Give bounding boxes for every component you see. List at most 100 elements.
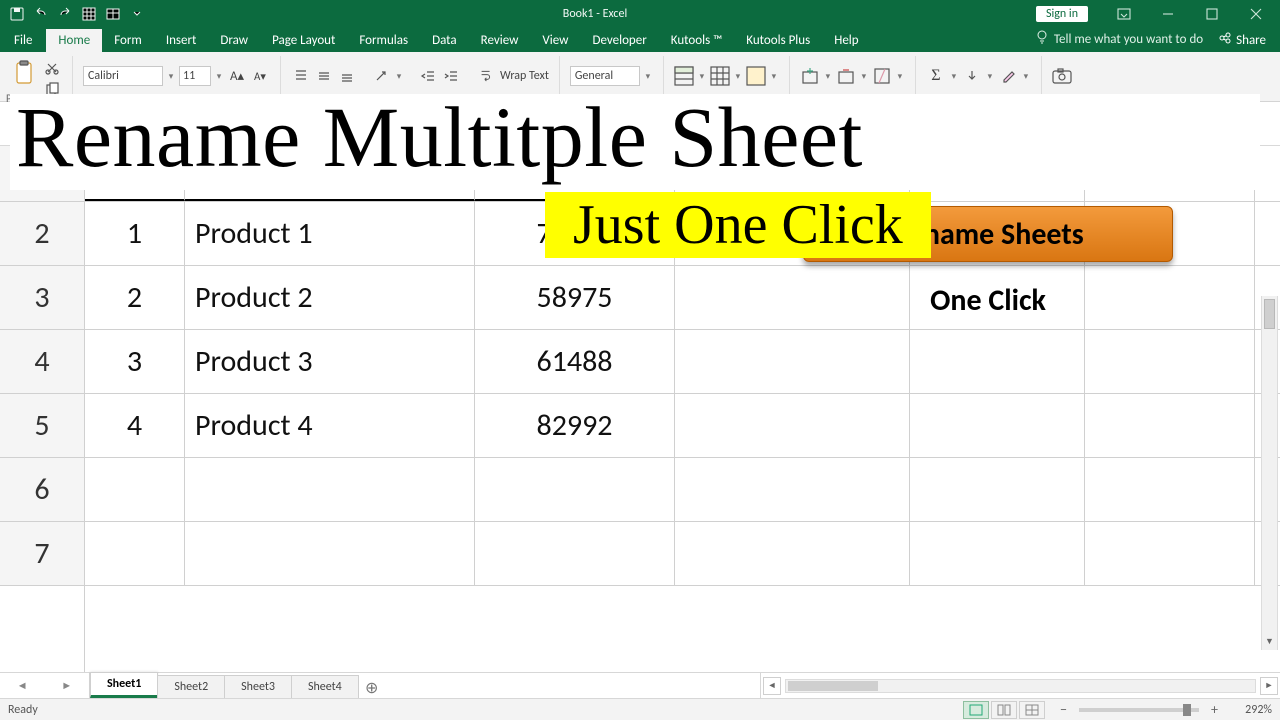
zoom-slider[interactable] <box>1079 708 1199 712</box>
cell[interactable] <box>910 330 1085 393</box>
fill-icon[interactable] <box>962 66 982 86</box>
tab-help[interactable]: Help <box>822 29 870 52</box>
qat-grid-icon[interactable] <box>78 3 100 25</box>
delete-cells-icon[interactable] <box>836 66 856 86</box>
align-top-icon[interactable] <box>291 66 311 86</box>
row-header[interactable]: 5 <box>0 394 84 458</box>
scroll-left-icon[interactable]: ◄ <box>763 677 781 695</box>
redo-icon[interactable] <box>54 3 76 25</box>
wrap-text-icon[interactable] <box>477 66 497 86</box>
align-bottom-icon[interactable] <box>337 66 357 86</box>
tab-developer[interactable]: Developer <box>580 29 658 52</box>
normal-view-icon[interactable] <box>963 701 989 719</box>
cell-sno[interactable]: 2 <box>85 266 185 329</box>
cell[interactable] <box>1085 522 1255 585</box>
cell-stock[interactable]: Product 4 <box>185 394 475 457</box>
maximize-icon[interactable] <box>1190 0 1234 28</box>
cell[interactable] <box>675 458 910 521</box>
camera-icon[interactable] <box>1052 66 1072 86</box>
autosum-icon[interactable]: Σ <box>926 66 946 86</box>
cell[interactable] <box>1085 330 1255 393</box>
tab-review[interactable]: Review <box>469 29 531 52</box>
sheet-nav[interactable]: ◄ ► <box>0 673 90 698</box>
cell[interactable] <box>910 458 1085 521</box>
row-header[interactable]: 4 <box>0 330 84 394</box>
paste-icon[interactable] <box>12 58 38 88</box>
cell[interactable] <box>675 394 910 457</box>
horizontal-scrollbar[interactable]: ◄ ► <box>760 673 1280 698</box>
close-icon[interactable] <box>1234 0 1278 28</box>
cell-stock[interactable]: Product 3 <box>185 330 475 393</box>
cell[interactable] <box>85 522 185 585</box>
number-format-select[interactable]: General <box>570 66 640 86</box>
zoom-out-icon[interactable]: − <box>1056 701 1071 718</box>
cell-amount[interactable]: 82992 <box>475 394 675 457</box>
hscroll-thumb[interactable] <box>788 681 878 691</box>
tab-draw[interactable]: Draw <box>208 29 260 52</box>
tab-file[interactable]: File <box>0 29 46 52</box>
tab-kutools-plus[interactable]: Kutools Plus <box>734 29 822 52</box>
undo-icon[interactable] <box>30 3 52 25</box>
wrap-text-label[interactable]: Wrap Text <box>500 69 549 83</box>
cell-stock[interactable]: Product 1 <box>185 202 475 265</box>
increase-indent-icon[interactable] <box>441 66 461 86</box>
cut-icon[interactable] <box>42 58 62 78</box>
sheet-tab[interactable]: Sheet3 <box>224 675 292 698</box>
decrease-font-icon[interactable]: A▾ <box>250 66 270 86</box>
sheet-tab[interactable]: Sheet1 <box>90 672 158 698</box>
tab-form[interactable]: Form <box>102 29 154 52</box>
orientation-icon[interactable] <box>371 66 391 86</box>
cell[interactable] <box>475 458 675 521</box>
tab-insert[interactable]: Insert <box>154 29 209 52</box>
cell-amount[interactable]: 58975 <box>475 266 675 329</box>
tab-view[interactable]: View <box>530 29 580 52</box>
cell[interactable] <box>1085 458 1255 521</box>
decrease-indent-icon[interactable] <box>418 66 438 86</box>
ribbon-options-icon[interactable] <box>1102 0 1146 28</box>
cell-stock[interactable]: Product 2 <box>185 266 475 329</box>
conditional-formatting-icon[interactable] <box>674 66 694 86</box>
minimize-icon[interactable] <box>1146 0 1190 28</box>
clear-icon[interactable] <box>998 66 1018 86</box>
sheet-tab[interactable]: Sheet2 <box>157 675 225 698</box>
hscroll-track[interactable] <box>785 679 1256 693</box>
tab-home[interactable]: Home <box>46 29 102 52</box>
tab-formulas[interactable]: Formulas <box>347 29 420 52</box>
row-header[interactable]: 2 <box>0 202 84 266</box>
cell-sno[interactable]: 4 <box>85 394 185 457</box>
row-header[interactable]: 3 <box>0 266 84 330</box>
cell-sno[interactable]: 3 <box>85 330 185 393</box>
save-icon[interactable] <box>6 3 28 25</box>
sheet-tab[interactable]: Sheet4 <box>291 675 359 698</box>
page-layout-view-icon[interactable] <box>991 701 1017 719</box>
page-break-view-icon[interactable] <box>1019 701 1045 719</box>
cell[interactable] <box>910 394 1085 457</box>
tell-me-search[interactable]: Tell me what you want to do <box>1032 30 1215 52</box>
sheet-nav-prev-icon[interactable]: ◄ <box>17 679 28 692</box>
cell[interactable] <box>675 330 910 393</box>
font-size-input[interactable]: 11 <box>179 66 211 86</box>
font-name-input[interactable]: Calibri <box>83 66 163 86</box>
cell[interactable] <box>185 522 475 585</box>
cell-amount[interactable]: 61488 <box>475 330 675 393</box>
scroll-thumb[interactable] <box>1264 299 1275 329</box>
share-button[interactable]: Share <box>1215 32 1280 52</box>
new-sheet-button[interactable]: ⊕ <box>358 678 386 698</box>
increase-font-icon[interactable]: A▴ <box>227 66 247 86</box>
qat-table-icon[interactable] <box>102 3 124 25</box>
zoom-in-icon[interactable]: + <box>1207 701 1222 718</box>
cell-styles-icon[interactable] <box>746 66 766 86</box>
cell[interactable] <box>1085 394 1255 457</box>
zoom-percent[interactable]: 292% <box>1222 703 1272 717</box>
scroll-down-icon[interactable]: ▼ <box>1262 633 1277 650</box>
scroll-right-icon[interactable]: ► <box>1260 677 1278 695</box>
row-header[interactable]: 7 <box>0 522 84 586</box>
row-header[interactable]: 6 <box>0 458 84 522</box>
sign-in-button[interactable]: Sign in <box>1036 6 1088 22</box>
tab-data[interactable]: Data <box>420 29 469 52</box>
qat-dropdown-icon[interactable] <box>126 3 148 25</box>
cell[interactable] <box>85 458 185 521</box>
format-table-icon[interactable] <box>710 66 730 86</box>
cell[interactable] <box>185 458 475 521</box>
cell[interactable] <box>475 522 675 585</box>
